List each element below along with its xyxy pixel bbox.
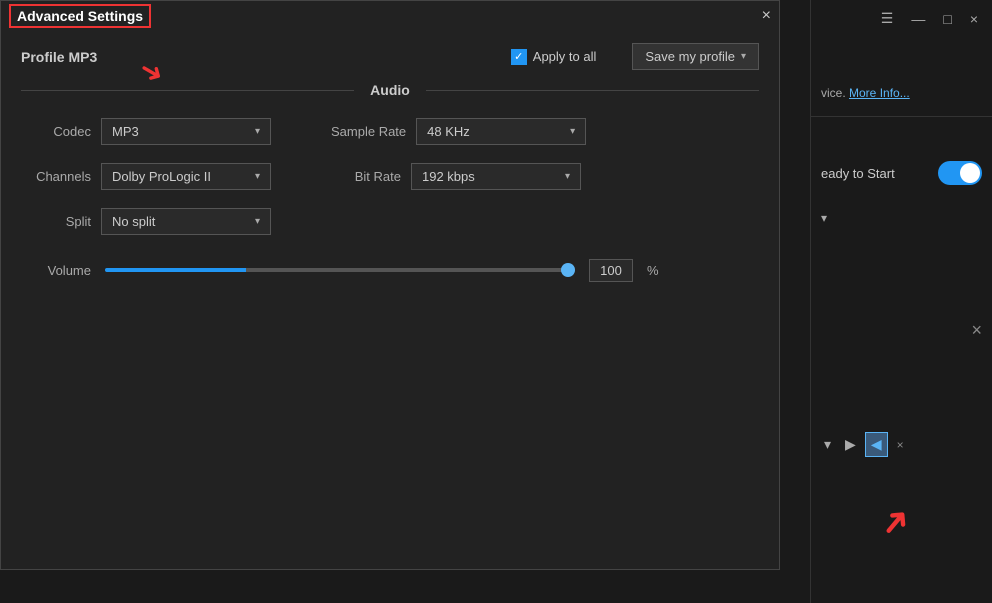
form-col-right: Sample Rate 48 KHz ▾ Bit Rate 192 kbps ▾ [331, 118, 586, 235]
volume-value-box: 100 [589, 259, 633, 282]
volume-slider-wrap [105, 268, 575, 274]
bit-rate-row: Bit Rate 192 kbps ▾ [331, 163, 586, 190]
split-select[interactable]: No split ▾ [101, 208, 271, 235]
bit-rate-dropdown-arrow: ▾ [565, 171, 570, 182]
codec-dropdown-arrow: ▾ [255, 126, 260, 137]
top-bar: Profile MP3 ✓ Apply to all Save my profi… [1, 31, 779, 82]
panel-close-button[interactable]: × [971, 320, 982, 341]
ready-to-start-row: eady to Start [811, 145, 992, 193]
advanced-settings-dialog: Advanced Settings × Profile MP3 ✓ Apply … [0, 0, 780, 570]
channels-row: Channels Dolby ProLogic II ▾ [21, 163, 271, 190]
panel-divider [811, 116, 992, 117]
codec-value: MP3 [112, 124, 139, 139]
sample-rate-label: Sample Rate [331, 124, 406, 139]
volume-row: Volume 100 % [1, 259, 779, 282]
sample-rate-row: Sample Rate 48 KHz ▾ [331, 118, 586, 145]
ready-to-start-label: eady to Start [821, 166, 895, 181]
bit-rate-value: 192 kbps [422, 169, 475, 184]
split-label: Split [21, 214, 91, 229]
more-info-link[interactable]: More Info... [849, 86, 910, 100]
win-controls: ☰ — □ × [867, 4, 992, 33]
save-profile-dropdown-arrow: ▾ [741, 51, 746, 62]
transport-active-button[interactable]: ◀ [865, 432, 888, 457]
volume-label: Volume [21, 263, 91, 278]
panel-dropdown-arrow-icon[interactable]: ▾ [821, 211, 827, 225]
profile-label: Profile MP3 [21, 49, 97, 65]
volume-percent: % [647, 263, 659, 278]
split-row: Split No split ▾ [21, 208, 271, 235]
codec-select[interactable]: MP3 ▾ [101, 118, 271, 145]
transport-play-button[interactable]: ▶ [840, 433, 861, 456]
channels-select[interactable]: Dolby ProLogic II ▾ [101, 163, 271, 190]
more-info-prefix: vice. [821, 86, 849, 100]
sample-rate-select[interactable]: 48 KHz ▾ [416, 118, 586, 145]
win-maximize-button[interactable]: □ [937, 9, 957, 29]
audio-section-title: Audio [354, 82, 426, 98]
save-profile-button[interactable]: Save my profile ▾ [632, 43, 759, 70]
form-col-left: Codec MP3 ▾ Channels Dolby ProLogic II ▾… [21, 118, 271, 235]
volume-slider[interactable] [105, 268, 575, 272]
transport-dropdown-button[interactable]: ▾ [819, 433, 836, 456]
channels-dropdown-arrow: ▾ [255, 171, 260, 182]
dialog-title: Advanced Settings [9, 4, 151, 28]
split-value: No split [112, 214, 155, 229]
ready-to-start-toggle[interactable] [938, 161, 982, 185]
sample-rate-value: 48 KHz [427, 124, 470, 139]
split-dropdown-arrow: ▾ [255, 216, 260, 227]
win-close-button[interactable]: × [964, 9, 984, 29]
apply-to-all-group: ✓ Apply to all [511, 49, 597, 65]
transport-controls-row: ▾ ▶ ◀ × [811, 426, 917, 463]
section-line-right [426, 90, 759, 91]
sample-rate-dropdown-arrow: ▾ [570, 126, 575, 137]
win-menu-button[interactable]: ☰ [875, 8, 900, 29]
transport-close-button[interactable]: × [892, 435, 909, 455]
title-bar: Advanced Settings × [1, 1, 779, 31]
toggle-thumb [960, 163, 980, 183]
panel-dropdown-row: ▾ [811, 203, 992, 233]
audio-section-header: Audio [1, 82, 779, 98]
form-area: Codec MP3 ▾ Channels Dolby ProLogic II ▾… [1, 118, 779, 235]
apply-to-all-checkbox[interactable]: ✓ [511, 49, 527, 65]
channels-value: Dolby ProLogic II [112, 169, 211, 184]
bit-rate-label: Bit Rate [331, 169, 401, 184]
save-profile-label: Save my profile [645, 49, 735, 64]
codec-label: Codec [21, 124, 91, 139]
section-line-left [21, 90, 354, 91]
more-info-row: vice. More Info... [811, 78, 992, 108]
right-panel: ☰ — □ × vice. More Info... eady to Start… [810, 0, 992, 603]
channels-label: Channels [21, 169, 91, 184]
apply-to-all-label: Apply to all [533, 49, 597, 64]
bit-rate-select[interactable]: 192 kbps ▾ [411, 163, 581, 190]
codec-row: Codec MP3 ▾ [21, 118, 271, 145]
win-minimize-button[interactable]: — [905, 9, 931, 29]
dialog-close-button[interactable]: × [762, 7, 771, 25]
